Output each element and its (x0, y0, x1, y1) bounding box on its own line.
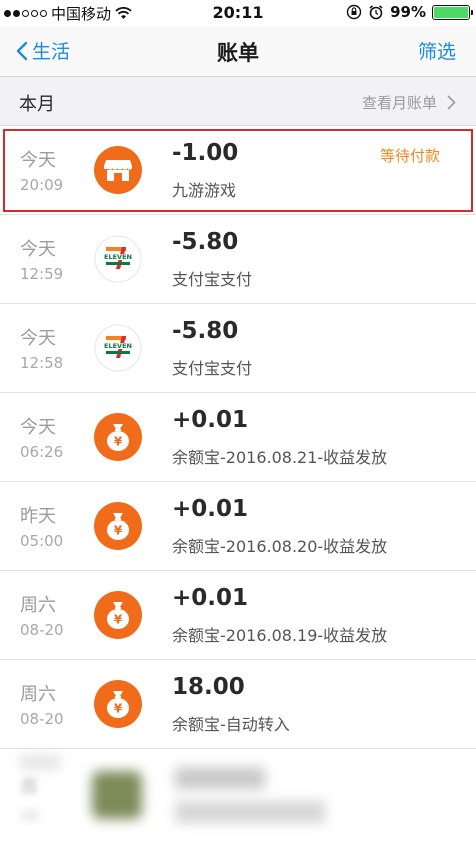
transaction-amount: +0.01 (172, 496, 249, 522)
money-bag-icon: ¥ (94, 502, 142, 550)
store-icon (94, 146, 142, 194)
transaction-amount: -5.80 (172, 318, 239, 344)
transaction-day: 今天 (20, 417, 56, 438)
transaction-time: 12:58 (20, 354, 64, 372)
transaction-day: 今天 (20, 239, 56, 260)
svg-text:¥: ¥ (114, 702, 123, 716)
seven-eleven-icon: ELEVEN (94, 324, 142, 372)
battery-icon (432, 4, 473, 20)
status-right: 99% (346, 3, 473, 21)
transaction-row[interactable]: 昨天 05:00 ¥ +0.01 余额宝-2016.08.20-收益发放 (0, 482, 476, 571)
svg-text:ELEVEN: ELEVEN (104, 253, 132, 261)
transaction-row[interactable]: 今天 12:59 ELEVEN -5.80 支付宝支付 (0, 215, 476, 304)
blurred-text (20, 755, 60, 769)
transaction-time: 20:09 (20, 176, 64, 194)
section-title: 本月 (19, 94, 55, 115)
transaction-time: 08-20 (20, 621, 64, 639)
money-bag-icon: ¥ (94, 413, 142, 461)
transaction-day: 周六 (20, 684, 56, 705)
transaction-amount: +0.01 (172, 585, 249, 611)
transaction-day: 昨天 (20, 506, 56, 527)
blurred-text (175, 801, 325, 823)
chevron-right-icon (447, 95, 456, 110)
battery-percent: 99% (390, 3, 426, 21)
transaction-list: 今天 20:09 -1.00 九游游戏 等待付款 今天 12:59 ELEVEN (0, 126, 476, 837)
transaction-amount: -5.80 (172, 229, 239, 255)
transaction-row[interactable]: 周六 08-20 ¥ +0.01 余额宝-2016.08.19-收益发放 (0, 571, 476, 660)
rotation-lock-icon (346, 4, 362, 20)
transaction-day: 今天 (20, 328, 56, 349)
svg-text:¥: ¥ (114, 435, 123, 449)
transaction-description: 余额宝-自动转入 (172, 715, 290, 734)
transaction-row[interactable]: 今天 12:58 ELEVEN -5.80 支付宝支付 (0, 304, 476, 393)
svg-text:ELEVEN: ELEVEN (104, 342, 132, 350)
filter-button[interactable]: 筛选 (418, 37, 456, 64)
blurred-time: 08 (20, 807, 40, 825)
transaction-description: 余额宝-2016.08.19-收益发放 (172, 626, 388, 645)
seven-eleven-icon: ELEVEN (94, 235, 142, 283)
transaction-time: 05:00 (20, 532, 64, 550)
blurred-icon (92, 771, 142, 819)
nav-bar: 生活 账单 筛选 (0, 26, 476, 77)
money-bag-icon: ¥ (94, 591, 142, 639)
section-header: 本月 查看月账单 (0, 77, 476, 126)
status-bar: 中国移动 20:11 99% (0, 0, 476, 26)
svg-text:¥: ¥ (114, 524, 123, 538)
money-bag-icon: ¥ (94, 680, 142, 728)
transaction-description: 余额宝-2016.08.20-收益发放 (172, 537, 388, 556)
transaction-description: 支付宝支付 (172, 270, 253, 289)
transaction-amount: 18.00 (172, 674, 245, 700)
transaction-time: 06:26 (20, 443, 64, 461)
transaction-time: 08-20 (20, 710, 64, 728)
back-label: 生活 (32, 41, 71, 63)
transaction-time: 12:59 (20, 265, 64, 283)
back-button[interactable]: 生活 (16, 37, 70, 64)
svg-text:¥: ¥ (114, 613, 123, 627)
transaction-row[interactable]: 今天 20:09 -1.00 九游游戏 等待付款 (0, 126, 476, 215)
alarm-icon (369, 5, 383, 20)
transaction-description: 支付宝支付 (172, 359, 253, 378)
transaction-amount: -1.00 (172, 140, 239, 166)
transaction-row[interactable]: 今天 06:26 ¥ +0.01 余额宝-2016.08.21-收益发放 (0, 393, 476, 482)
blurred-text (175, 767, 265, 789)
transaction-description: 余额宝-2016.08.21-收益发放 (172, 448, 388, 467)
blurred-day: 周 (20, 777, 38, 798)
page-title: 账单 (217, 41, 259, 65)
blurred-transaction-row: 周 08 (0, 749, 476, 837)
chevron-left-icon (16, 41, 28, 60)
transaction-day: 周六 (20, 595, 56, 616)
payment-status-badge: 等待付款 (379, 147, 440, 165)
monthly-bill-link[interactable]: 查看月账单 (362, 92, 456, 113)
transaction-row[interactable]: 周六 08-20 ¥ 18.00 余额宝-自动转入 (0, 660, 476, 749)
transaction-day: 今天 (20, 150, 56, 171)
monthly-bill-label: 查看月账单 (361, 94, 437, 112)
transaction-description: 九游游戏 (172, 181, 237, 200)
transaction-amount: +0.01 (172, 407, 249, 433)
